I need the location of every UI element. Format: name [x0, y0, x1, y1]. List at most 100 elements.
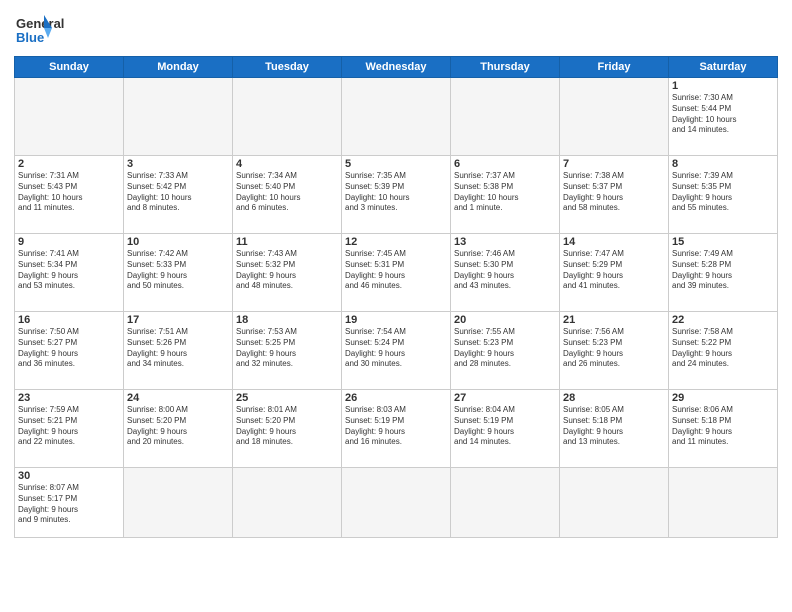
- day-cell-16: 16Sunrise: 7:50 AM Sunset: 5:27 PM Dayli…: [15, 312, 124, 390]
- day-number: 20: [454, 314, 556, 326]
- day-cell-21: 21Sunrise: 7:56 AM Sunset: 5:23 PM Dayli…: [560, 312, 669, 390]
- day-cell-23: 23Sunrise: 7:59 AM Sunset: 5:21 PM Dayli…: [15, 390, 124, 468]
- day-cell-empty-0-5: [560, 78, 669, 156]
- day-cell-28: 28Sunrise: 8:05 AM Sunset: 5:18 PM Dayli…: [560, 390, 669, 468]
- day-cell-25: 25Sunrise: 8:01 AM Sunset: 5:20 PM Dayli…: [233, 390, 342, 468]
- cell-text: Sunrise: 7:53 AM Sunset: 5:25 PM Dayligh…: [236, 327, 338, 370]
- cell-text: Sunrise: 7:34 AM Sunset: 5:40 PM Dayligh…: [236, 171, 338, 214]
- day-header-wednesday: Wednesday: [342, 57, 451, 78]
- day-cell-empty-5-2: [233, 468, 342, 538]
- day-cell-2: 2Sunrise: 7:31 AM Sunset: 5:43 PM Daylig…: [15, 156, 124, 234]
- day-number: 10: [127, 236, 229, 248]
- day-cell-empty-5-5: [560, 468, 669, 538]
- day-number: 28: [563, 392, 665, 404]
- day-number: 23: [18, 392, 120, 404]
- day-cell-13: 13Sunrise: 7:46 AM Sunset: 5:30 PM Dayli…: [451, 234, 560, 312]
- cell-text: Sunrise: 7:35 AM Sunset: 5:39 PM Dayligh…: [345, 171, 447, 214]
- day-cell-24: 24Sunrise: 8:00 AM Sunset: 5:20 PM Dayli…: [124, 390, 233, 468]
- day-cell-20: 20Sunrise: 7:55 AM Sunset: 5:23 PM Dayli…: [451, 312, 560, 390]
- day-number: 18: [236, 314, 338, 326]
- day-cell-6: 6Sunrise: 7:37 AM Sunset: 5:38 PM Daylig…: [451, 156, 560, 234]
- day-header-friday: Friday: [560, 57, 669, 78]
- day-number: 2: [18, 158, 120, 170]
- cell-text: Sunrise: 7:45 AM Sunset: 5:31 PM Dayligh…: [345, 249, 447, 292]
- day-cell-10: 10Sunrise: 7:42 AM Sunset: 5:33 PM Dayli…: [124, 234, 233, 312]
- day-number: 6: [454, 158, 556, 170]
- day-cell-22: 22Sunrise: 7:58 AM Sunset: 5:22 PM Dayli…: [669, 312, 778, 390]
- logo-icon: General Blue: [14, 10, 94, 50]
- cell-text: Sunrise: 7:38 AM Sunset: 5:37 PM Dayligh…: [563, 171, 665, 214]
- cell-text: Sunrise: 7:30 AM Sunset: 5:44 PM Dayligh…: [672, 93, 774, 136]
- cell-text: Sunrise: 8:07 AM Sunset: 5:17 PM Dayligh…: [18, 483, 120, 526]
- day-number: 4: [236, 158, 338, 170]
- day-cell-7: 7Sunrise: 7:38 AM Sunset: 5:37 PM Daylig…: [560, 156, 669, 234]
- day-cell-17: 17Sunrise: 7:51 AM Sunset: 5:26 PM Dayli…: [124, 312, 233, 390]
- week-row-0: 1Sunrise: 7:30 AM Sunset: 5:44 PM Daylig…: [15, 78, 778, 156]
- cell-text: Sunrise: 7:41 AM Sunset: 5:34 PM Dayligh…: [18, 249, 120, 292]
- cell-text: Sunrise: 7:49 AM Sunset: 5:28 PM Dayligh…: [672, 249, 774, 292]
- week-row-4: 23Sunrise: 7:59 AM Sunset: 5:21 PM Dayli…: [15, 390, 778, 468]
- svg-text:Blue: Blue: [16, 30, 44, 45]
- day-number: 12: [345, 236, 447, 248]
- day-number: 25: [236, 392, 338, 404]
- page: General Blue SundayMondayTuesdayWednesda…: [0, 0, 792, 612]
- day-header-saturday: Saturday: [669, 57, 778, 78]
- day-number: 9: [18, 236, 120, 248]
- day-number: 13: [454, 236, 556, 248]
- day-cell-12: 12Sunrise: 7:45 AM Sunset: 5:31 PM Dayli…: [342, 234, 451, 312]
- cell-text: Sunrise: 7:58 AM Sunset: 5:22 PM Dayligh…: [672, 327, 774, 370]
- day-header-sunday: Sunday: [15, 57, 124, 78]
- day-header-thursday: Thursday: [451, 57, 560, 78]
- cell-text: Sunrise: 7:42 AM Sunset: 5:33 PM Dayligh…: [127, 249, 229, 292]
- week-row-3: 16Sunrise: 7:50 AM Sunset: 5:27 PM Dayli…: [15, 312, 778, 390]
- cell-text: Sunrise: 7:54 AM Sunset: 5:24 PM Dayligh…: [345, 327, 447, 370]
- cell-text: Sunrise: 8:03 AM Sunset: 5:19 PM Dayligh…: [345, 405, 447, 448]
- day-number: 30: [18, 470, 120, 482]
- day-header-tuesday: Tuesday: [233, 57, 342, 78]
- day-cell-empty-0-2: [233, 78, 342, 156]
- day-number: 24: [127, 392, 229, 404]
- cell-text: Sunrise: 8:06 AM Sunset: 5:18 PM Dayligh…: [672, 405, 774, 448]
- day-cell-30: 30Sunrise: 8:07 AM Sunset: 5:17 PM Dayli…: [15, 468, 124, 538]
- day-cell-11: 11Sunrise: 7:43 AM Sunset: 5:32 PM Dayli…: [233, 234, 342, 312]
- day-number: 11: [236, 236, 338, 248]
- cell-text: Sunrise: 7:51 AM Sunset: 5:26 PM Dayligh…: [127, 327, 229, 370]
- cell-text: Sunrise: 8:00 AM Sunset: 5:20 PM Dayligh…: [127, 405, 229, 448]
- week-row-1: 2Sunrise: 7:31 AM Sunset: 5:43 PM Daylig…: [15, 156, 778, 234]
- cell-text: Sunrise: 7:50 AM Sunset: 5:27 PM Dayligh…: [18, 327, 120, 370]
- day-number: 15: [672, 236, 774, 248]
- day-cell-empty-5-6: [669, 468, 778, 538]
- cell-text: Sunrise: 8:04 AM Sunset: 5:19 PM Dayligh…: [454, 405, 556, 448]
- header-row: SundayMondayTuesdayWednesdayThursdayFrid…: [15, 57, 778, 78]
- day-cell-empty-5-3: [342, 468, 451, 538]
- day-cell-3: 3Sunrise: 7:33 AM Sunset: 5:42 PM Daylig…: [124, 156, 233, 234]
- cell-text: Sunrise: 8:01 AM Sunset: 5:20 PM Dayligh…: [236, 405, 338, 448]
- day-number: 29: [672, 392, 774, 404]
- cell-text: Sunrise: 7:56 AM Sunset: 5:23 PM Dayligh…: [563, 327, 665, 370]
- week-row-5: 30Sunrise: 8:07 AM Sunset: 5:17 PM Dayli…: [15, 468, 778, 538]
- cell-text: Sunrise: 7:47 AM Sunset: 5:29 PM Dayligh…: [563, 249, 665, 292]
- day-cell-empty-0-4: [451, 78, 560, 156]
- day-cell-26: 26Sunrise: 8:03 AM Sunset: 5:19 PM Dayli…: [342, 390, 451, 468]
- day-number: 17: [127, 314, 229, 326]
- day-cell-15: 15Sunrise: 7:49 AM Sunset: 5:28 PM Dayli…: [669, 234, 778, 312]
- day-cell-empty-5-4: [451, 468, 560, 538]
- day-cell-14: 14Sunrise: 7:47 AM Sunset: 5:29 PM Dayli…: [560, 234, 669, 312]
- day-header-monday: Monday: [124, 57, 233, 78]
- week-row-2: 9Sunrise: 7:41 AM Sunset: 5:34 PM Daylig…: [15, 234, 778, 312]
- day-number: 5: [345, 158, 447, 170]
- cell-text: Sunrise: 7:37 AM Sunset: 5:38 PM Dayligh…: [454, 171, 556, 214]
- cell-text: Sunrise: 7:59 AM Sunset: 5:21 PM Dayligh…: [18, 405, 120, 448]
- day-number: 16: [18, 314, 120, 326]
- header: General Blue: [14, 10, 778, 50]
- calendar-table: SundayMondayTuesdayWednesdayThursdayFrid…: [14, 56, 778, 538]
- day-number: 26: [345, 392, 447, 404]
- cell-text: Sunrise: 8:05 AM Sunset: 5:18 PM Dayligh…: [563, 405, 665, 448]
- day-cell-empty-5-1: [124, 468, 233, 538]
- cell-text: Sunrise: 7:31 AM Sunset: 5:43 PM Dayligh…: [18, 171, 120, 214]
- day-number: 21: [563, 314, 665, 326]
- day-number: 27: [454, 392, 556, 404]
- cell-text: Sunrise: 7:39 AM Sunset: 5:35 PM Dayligh…: [672, 171, 774, 214]
- cell-text: Sunrise: 7:46 AM Sunset: 5:30 PM Dayligh…: [454, 249, 556, 292]
- day-number: 22: [672, 314, 774, 326]
